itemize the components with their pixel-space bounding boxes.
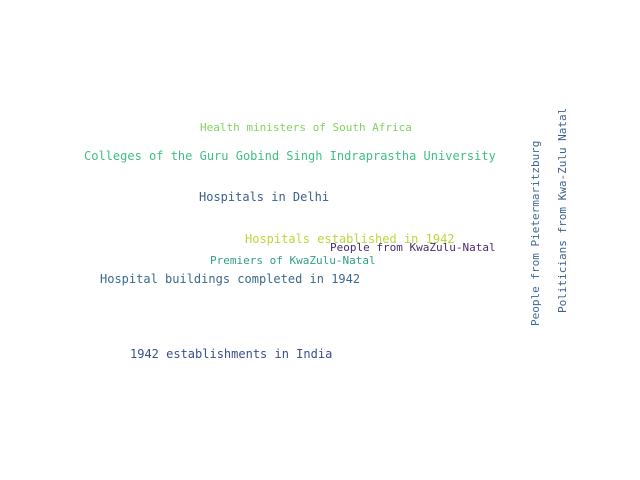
word-hospitals-in-delhi: Hospitals in Delhi — [199, 190, 330, 204]
word-hospital-buildings-1942: Hospital buildings completed in 1942 — [100, 272, 361, 286]
word-politicians-kwa-zulu-natal: Politicians from Kwa-Zulu Natal — [556, 107, 569, 313]
word-1942-establishments-india: 1942 establishments in India — [130, 347, 333, 361]
word-cloud: Health ministers of South Africa College… — [0, 0, 640, 480]
word-colleges-ggsipu: Colleges of the Guru Gobind Singh Indrap… — [84, 149, 496, 163]
word-people-from-kwazulu-natal: People from KwaZulu-Natal — [330, 241, 496, 254]
word-premiers-kwazulu-natal: Premiers of KwaZulu-Natal — [210, 254, 376, 267]
word-health-ministers: Health ministers of South Africa — [200, 121, 412, 134]
word-people-from-pietermaritzburg: People from Pietermaritzburg — [529, 140, 542, 326]
